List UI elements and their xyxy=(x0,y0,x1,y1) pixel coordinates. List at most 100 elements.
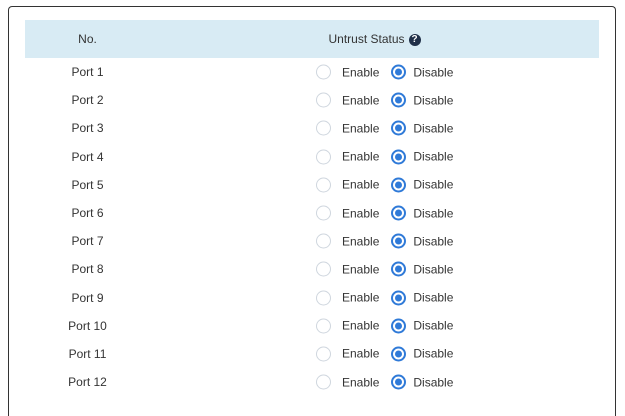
untrust-status-radio-group: Enable Disable xyxy=(316,64,453,80)
disable-radio[interactable] xyxy=(391,177,407,193)
untrust-status-radio-group: Enable Disable xyxy=(316,177,453,193)
untrust-status-radio-group: Enable Disable xyxy=(316,205,453,221)
enable-radio-label[interactable]: Enable xyxy=(342,121,379,135)
untrust-status-cell: Enable Disable xyxy=(150,255,599,283)
enable-radio[interactable] xyxy=(316,261,331,277)
disable-radio-label[interactable]: Disable xyxy=(413,319,453,333)
table-row: Port 2 Enable Disable xyxy=(25,86,599,114)
enable-radio[interactable] xyxy=(316,374,331,390)
untrust-status-panel: No. Untrust Status ? Port 1 Enable Disable… xyxy=(8,6,616,416)
enable-radio-label[interactable]: Enable xyxy=(342,375,379,389)
enable-radio[interactable] xyxy=(316,64,331,80)
table-row: Port 11 Enable Disable xyxy=(25,340,599,368)
table-row: Port 9 Enable Disable xyxy=(25,284,599,312)
enable-radio[interactable] xyxy=(316,205,331,221)
untrust-status-radio-group: Enable Disable xyxy=(316,120,453,136)
untrust-status-radio-group: Enable Disable xyxy=(316,261,453,277)
enable-radio[interactable] xyxy=(316,346,331,362)
disable-radio-label[interactable]: Disable xyxy=(413,150,453,164)
enable-radio[interactable] xyxy=(316,120,331,136)
disable-radio[interactable] xyxy=(391,346,407,362)
untrust-status-radio-group: Enable Disable xyxy=(316,149,453,165)
port-label: Port 11 xyxy=(68,346,107,361)
disable-radio-label[interactable]: Disable xyxy=(413,347,453,361)
enable-radio[interactable] xyxy=(316,290,331,306)
disable-radio[interactable] xyxy=(391,205,407,221)
enable-radio-label[interactable]: Enable xyxy=(342,234,379,248)
table-row: Port 1 Enable Disable xyxy=(25,58,599,86)
column-header-untrust-status: Untrust Status ? xyxy=(150,32,599,46)
port-label: Port 7 xyxy=(71,234,104,249)
untrust-status-radio-group: Enable Disable xyxy=(316,374,453,390)
disable-radio[interactable] xyxy=(391,64,407,80)
enable-radio-label[interactable]: Enable xyxy=(342,206,379,220)
disable-radio[interactable] xyxy=(391,149,407,165)
untrust-status-radio-group: Enable Disable xyxy=(316,290,453,306)
enable-radio[interactable] xyxy=(316,177,331,193)
enable-radio-label[interactable]: Enable xyxy=(342,319,379,333)
disable-radio[interactable] xyxy=(391,92,407,108)
untrust-status-cell: Enable Disable xyxy=(150,58,599,86)
untrust-status-cell: Enable Disable xyxy=(150,312,599,340)
disable-radio-label[interactable]: Disable xyxy=(413,206,453,220)
enable-radio-label[interactable]: Enable xyxy=(342,178,379,192)
enable-radio-label[interactable]: Enable xyxy=(342,150,379,164)
table-row: Port 3 Enable Disable xyxy=(25,114,599,142)
enable-radio[interactable] xyxy=(316,318,331,334)
port-label: Port 9 xyxy=(71,290,104,305)
disable-radio[interactable] xyxy=(391,233,407,249)
table-row: Port 6 Enable Disable xyxy=(25,199,599,227)
table-row: Port 4 Enable Disable xyxy=(25,143,599,171)
disable-radio[interactable] xyxy=(391,374,407,390)
table-row: Port 7 Enable Disable xyxy=(25,227,599,255)
port-label: Port 2 xyxy=(71,93,104,108)
untrust-status-cell: Enable Disable xyxy=(150,86,599,114)
disable-radio[interactable] xyxy=(391,290,407,306)
untrust-status-cell: Enable Disable xyxy=(150,284,599,312)
untrust-status-cell: Enable Disable xyxy=(150,340,599,368)
disable-radio-label[interactable]: Disable xyxy=(413,375,453,389)
port-label: Port 12 xyxy=(68,375,107,390)
disable-radio-label[interactable]: Disable xyxy=(413,93,453,107)
untrust-status-cell: Enable Disable xyxy=(150,171,599,199)
disable-radio[interactable] xyxy=(391,261,407,277)
port-label: Port 4 xyxy=(71,149,104,164)
table-header: No. Untrust Status ? xyxy=(25,20,599,58)
enable-radio-label[interactable]: Enable xyxy=(342,347,379,361)
port-label: Port 10 xyxy=(68,318,107,333)
untrust-status-radio-group: Enable Disable xyxy=(316,233,453,249)
untrust-status-radio-group: Enable Disable xyxy=(316,318,453,334)
enable-radio[interactable] xyxy=(316,149,331,165)
table-row: Port 5 Enable Disable xyxy=(25,171,599,199)
column-header-no: No. xyxy=(78,32,97,46)
enable-radio[interactable] xyxy=(316,233,331,249)
enable-radio-label[interactable]: Enable xyxy=(342,93,379,107)
enable-radio-label[interactable]: Enable xyxy=(342,262,379,276)
help-icon[interactable]: ? xyxy=(408,34,421,46)
disable-radio-label[interactable]: Disable xyxy=(413,291,453,305)
column-header-untrust-status-label: Untrust Status xyxy=(328,32,405,46)
disable-radio[interactable] xyxy=(391,120,407,136)
enable-radio[interactable] xyxy=(316,92,331,108)
disable-radio-label[interactable]: Disable xyxy=(413,234,453,248)
disable-radio[interactable] xyxy=(391,318,407,334)
port-label: Port 3 xyxy=(71,121,104,136)
port-label: Port 1 xyxy=(71,65,104,80)
disable-radio-label[interactable]: Disable xyxy=(413,262,453,276)
enable-radio-label[interactable]: Enable xyxy=(342,65,379,79)
port-label: Port 8 xyxy=(71,262,104,277)
untrust-status-cell: Enable Disable xyxy=(150,143,599,171)
table-row: Port 12 Enable Disable xyxy=(25,368,599,396)
untrust-status-table: No. Untrust Status ? Port 1 Enable Disable… xyxy=(25,20,599,396)
port-label: Port 5 xyxy=(71,177,104,192)
enable-radio-label[interactable]: Enable xyxy=(342,291,379,305)
table-row: Port 8 Enable Disable xyxy=(25,255,599,283)
untrust-status-radio-group: Enable Disable xyxy=(316,346,453,362)
disable-radio-label[interactable]: Disable xyxy=(413,65,453,79)
disable-radio-label[interactable]: Disable xyxy=(413,121,453,135)
untrust-status-cell: Enable Disable xyxy=(150,114,599,142)
table-body: Port 1 Enable Disable Port 2 Enable Disable Po… xyxy=(25,58,599,396)
disable-radio-label[interactable]: Disable xyxy=(413,178,453,192)
port-label: Port 6 xyxy=(71,206,104,221)
untrust-status-cell: Enable Disable xyxy=(150,368,599,396)
